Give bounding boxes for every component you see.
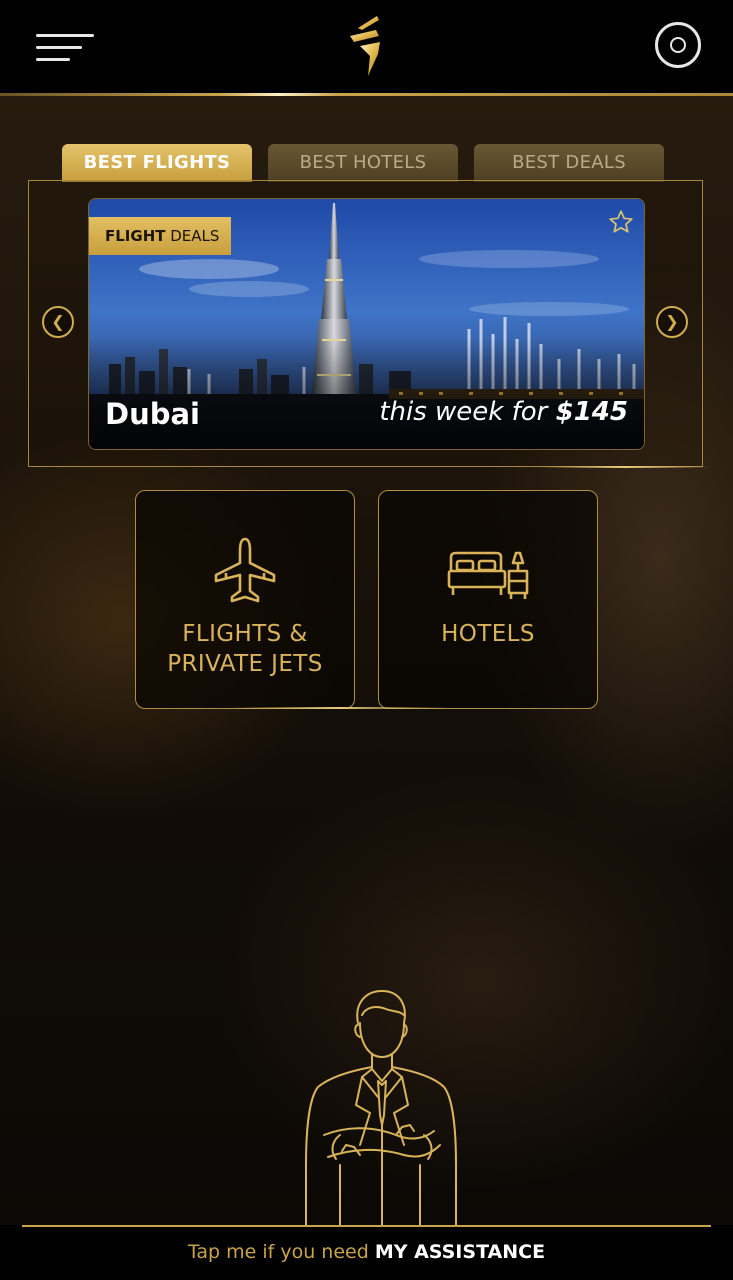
hamburger-menu-icon[interactable] — [36, 32, 96, 66]
assistance-bar-divider — [22, 1225, 711, 1227]
airplane-icon — [214, 537, 276, 603]
tab-best-deals[interactable]: BEST DEALS — [474, 144, 664, 182]
profile-circle-icon[interactable] — [655, 22, 701, 68]
flights-private-jets-tile[interactable]: FLIGHTS & PRIVATE JETS — [135, 490, 355, 709]
hotels-label: HOTELS — [441, 621, 535, 647]
carousel-shine — [540, 466, 710, 468]
tiles-shine — [230, 707, 450, 709]
top-bar-divider — [0, 93, 733, 96]
top-bar — [0, 0, 733, 94]
assistance-bar[interactable]: Tap me if you need MY ASSISTANCE — [0, 1225, 733, 1280]
flights-private-jets-label: FLIGHTS & PRIVATE JETS — [167, 621, 323, 677]
deal-price: this week for $145 — [379, 397, 628, 427]
star-outline-icon[interactable] — [608, 209, 634, 235]
home-screen: BEST FLIGHTS BEST HOTELS BEST DEALS ❮ ❯ — [0, 0, 733, 1280]
chevron-right-icon[interactable]: ❯ — [656, 306, 688, 338]
flight-deals-badge: FLIGHT DEALS — [89, 217, 232, 255]
deal-card-dubai[interactable]: FLIGHT DEALS Dubai this week for $145 — [88, 198, 645, 450]
tab-best-hotels[interactable]: BEST HOTELS — [268, 144, 458, 182]
chevron-left-icon[interactable]: ❮ — [42, 306, 74, 338]
deal-city: Dubai — [105, 397, 200, 431]
deal-tabs: BEST FLIGHTS BEST HOTELS BEST DEALS — [62, 144, 664, 182]
brand-logo[interactable] — [346, 14, 386, 78]
bed-icon — [447, 551, 529, 599]
hotels-tile[interactable]: HOTELS — [378, 490, 598, 709]
tab-best-flights[interactable]: BEST FLIGHTS — [62, 144, 252, 182]
assistant-figure-icon[interactable] — [300, 985, 460, 1225]
assistance-text: Tap me if you need MY ASSISTANCE — [187, 1241, 546, 1263]
